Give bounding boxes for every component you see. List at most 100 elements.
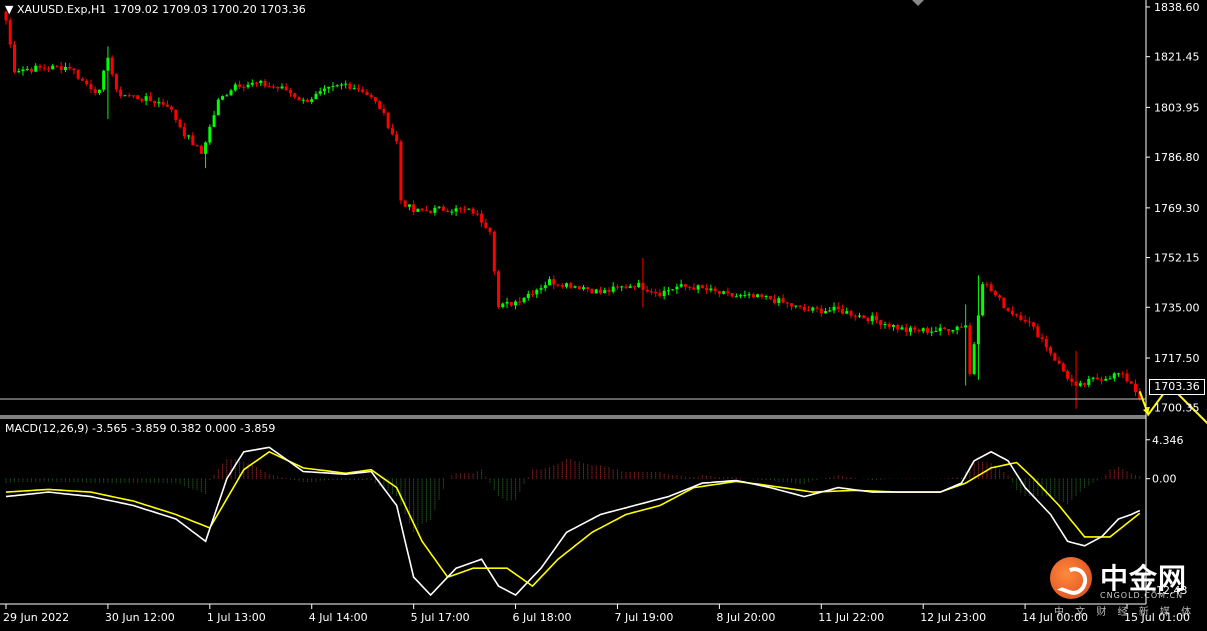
candle-body (624, 286, 627, 287)
candle-body (862, 315, 865, 318)
time-tick-label: 5 Jul 17:00 (411, 611, 470, 624)
time-tick-label: 11 Jul 22:00 (818, 611, 884, 624)
candle-body (89, 84, 92, 89)
shift-marker-icon (912, 0, 924, 6)
candle-body (531, 294, 534, 295)
candle-body (387, 113, 390, 128)
candle-body (408, 204, 411, 206)
candle-body (145, 96, 148, 101)
candle-body (599, 290, 602, 294)
price-tick-label: 1821.45 (1154, 51, 1200, 64)
candle-body (527, 294, 530, 298)
candle-body (336, 85, 339, 86)
candle-body (115, 74, 118, 89)
candle-body (922, 328, 925, 331)
candle-body (162, 102, 165, 104)
candle-body (314, 94, 317, 99)
candle-body (365, 92, 368, 95)
candle-body (943, 328, 946, 329)
candle-body (43, 68, 46, 69)
candle-body (633, 286, 636, 287)
candle-body (930, 332, 933, 333)
candle-body (548, 279, 551, 285)
gold-chart[interactable]: 1838.601821.451803.951786.801769.301752.… (0, 0, 1207, 627)
candle-body (459, 208, 462, 209)
candle-body (476, 214, 479, 215)
candle-body (391, 128, 394, 134)
candle-body (259, 81, 262, 83)
candle-body (327, 87, 330, 89)
candle-body (331, 86, 334, 87)
candle-body (132, 95, 135, 96)
candle-body (55, 66, 58, 67)
logo-mark-icon (1050, 557, 1092, 599)
candle-body (1104, 379, 1107, 381)
candle-body (297, 97, 300, 100)
candle-body (484, 223, 487, 228)
candle-body (994, 291, 997, 295)
candle-body (183, 127, 186, 136)
candle-body (1066, 371, 1069, 379)
candle-body (455, 208, 458, 211)
time-tick-label: 1 Jul 13:00 (207, 611, 266, 624)
candle-body (472, 209, 475, 214)
candles (5, 11, 1142, 409)
candle-body (726, 291, 729, 293)
candle-body (709, 289, 712, 291)
candle-body (140, 99, 143, 101)
candle-body (858, 315, 861, 316)
candle-body (255, 83, 258, 84)
candle-body (200, 146, 203, 154)
candle-body (973, 344, 976, 374)
dropdown-triangle-icon[interactable]: ▼ (5, 3, 13, 16)
candle-body (1113, 373, 1116, 378)
candle-body (607, 290, 610, 292)
candle-body (276, 87, 279, 88)
candle-body (306, 100, 309, 102)
candle-body (518, 302, 521, 303)
candle-body (663, 291, 666, 296)
candle-body (794, 306, 797, 307)
candle-body (654, 292, 657, 293)
price-tick-label: 1838.60 (1154, 1, 1200, 14)
symbol-label: XAUUSD.Exp,H1 (17, 3, 106, 16)
candle-body (769, 296, 772, 299)
candle-body (174, 110, 177, 120)
candle-body (1134, 384, 1137, 392)
candle-body (238, 84, 241, 87)
chart-header: ▼ XAUUSD.Exp,H1 1709.02 1709.03 1700.20 … (5, 3, 306, 16)
candle-body (743, 295, 746, 296)
candle-body (1062, 364, 1065, 371)
candle-body (378, 101, 381, 109)
candle-body (34, 66, 37, 72)
candle-body (1045, 339, 1048, 347)
time-tick-label: 30 Jun 12:00 (105, 611, 175, 624)
candle-body (909, 328, 912, 332)
candle-body (64, 67, 67, 70)
candle-body (875, 316, 878, 321)
candle-body (866, 318, 869, 321)
candle-body (501, 304, 504, 307)
candle-body (913, 328, 916, 330)
candle-body (412, 204, 415, 212)
candle-body (820, 309, 823, 314)
candle-body (13, 45, 16, 73)
candle-body (251, 83, 254, 85)
candle-body (833, 307, 836, 311)
candle-body (871, 316, 874, 321)
candle-body (892, 325, 895, 327)
candle-body (748, 294, 751, 295)
candle-body (72, 69, 75, 71)
candle-body (675, 287, 678, 290)
candle-body (985, 284, 988, 285)
candle-body (264, 81, 267, 86)
candle-body (1015, 314, 1018, 315)
candle-body (119, 90, 122, 96)
candle-body (1032, 322, 1035, 326)
candle-body (641, 283, 644, 290)
chart-canvas[interactable]: 1838.601821.451803.951786.801769.301752.… (0, 0, 1207, 627)
candle-body (242, 87, 245, 88)
candle-body (26, 69, 29, 70)
candle-body (38, 66, 41, 68)
candle-body (60, 66, 63, 70)
